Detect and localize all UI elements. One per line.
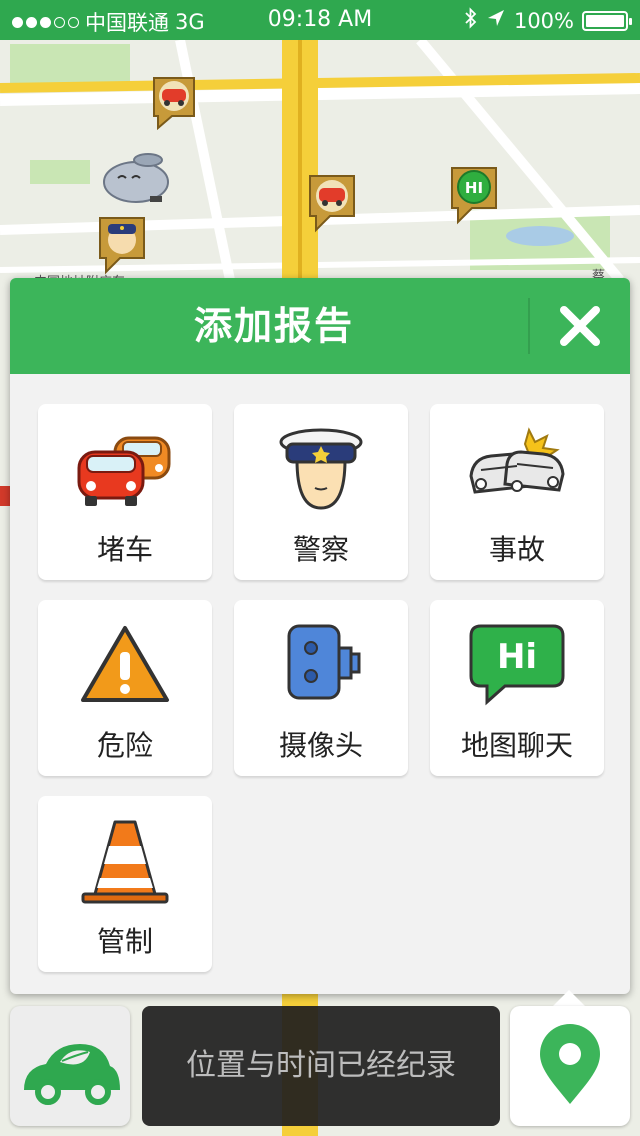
traffic-jam-icon bbox=[77, 436, 171, 506]
police-icon bbox=[279, 428, 363, 510]
report-options-grid: 堵车 警察 事故 危险 摄像头 Hi 地图聊天 管制 bbox=[18, 374, 622, 986]
add-report-dialog: 添加报告 堵车 警察 事故 危险 摄像头 Hi 地图聊天 管制 bbox=[10, 278, 630, 994]
location-pin-icon bbox=[540, 1024, 600, 1104]
report-option-label: 摄像头 bbox=[278, 729, 363, 762]
report-option-label: 地图聊天 bbox=[460, 729, 573, 762]
close-icon bbox=[560, 306, 600, 346]
battery-level bbox=[586, 14, 624, 27]
dialog-header: 添加报告 bbox=[10, 278, 630, 374]
hazard-icon bbox=[81, 626, 169, 702]
report-option-label: 管制 bbox=[96, 925, 153, 958]
battery-icon bbox=[582, 10, 632, 31]
police-marker-icon[interactable] bbox=[96, 214, 148, 276]
report-option-hazard[interactable]: 危险 bbox=[38, 600, 212, 776]
svg-text:Hi: Hi bbox=[497, 637, 537, 677]
status-bar: 中国联通 3G 09:18 AM 100% bbox=[0, 0, 640, 40]
report-option-road-closure[interactable]: 管制 bbox=[38, 796, 212, 972]
dialog-title: 添加报告 bbox=[193, 304, 354, 348]
location-arrow-icon bbox=[486, 8, 506, 33]
close-button[interactable] bbox=[530, 278, 630, 374]
my-car-button[interactable] bbox=[10, 1006, 130, 1126]
report-option-label: 危险 bbox=[96, 729, 153, 762]
report-option-label: 警察 bbox=[292, 533, 349, 566]
report-option-map-chat[interactable]: Hi 地图聊天 bbox=[430, 600, 604, 776]
traffic-marker-icon[interactable] bbox=[306, 172, 358, 234]
toast-message: 位置与时间已经纪录 bbox=[142, 1006, 500, 1126]
report-option-police[interactable]: 警察 bbox=[234, 404, 408, 580]
map-chat-marker-icon[interactable]: HI bbox=[448, 164, 500, 226]
status-bar-right: 100% bbox=[464, 7, 632, 34]
traffic-cone-icon bbox=[81, 820, 169, 904]
report-button[interactable] bbox=[510, 1006, 630, 1126]
svg-text:HI: HI bbox=[465, 179, 483, 197]
traffic-marker-icon[interactable] bbox=[150, 74, 198, 130]
accident-icon bbox=[469, 427, 565, 494]
speed-camera-icon bbox=[287, 624, 361, 700]
report-option-traffic-jam[interactable]: 堵车 bbox=[38, 404, 212, 580]
bluetooth-icon bbox=[464, 7, 478, 34]
map-chat-icon: Hi bbox=[469, 624, 565, 706]
report-option-label: 事故 bbox=[488, 533, 545, 566]
user-avatar-marker-icon bbox=[103, 153, 169, 203]
battery-percent: 100% bbox=[513, 8, 574, 33]
report-option-accident[interactable]: 事故 bbox=[430, 404, 604, 580]
report-option-label: 堵车 bbox=[96, 533, 153, 566]
report-option-speed-camera[interactable]: 摄像头 bbox=[234, 600, 408, 776]
eco-car-icon bbox=[24, 1044, 120, 1105]
